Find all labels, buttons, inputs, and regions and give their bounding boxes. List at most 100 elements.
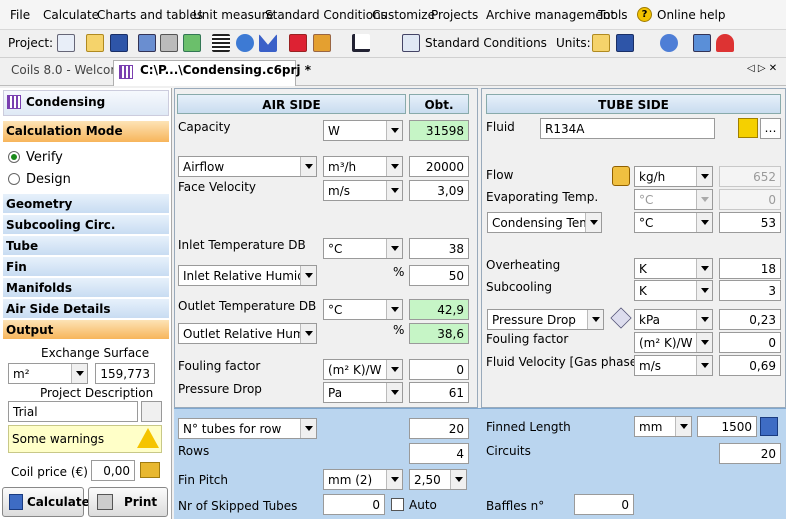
air-fouling-unit-select[interactable]: (m² K)/W [323,359,403,380]
tube-pressure-drop-select[interactable]: Pressure Drop [487,309,604,330]
fin-pitch-unit-select[interactable]: mm (2) [323,469,403,490]
chevron-down-icon [585,213,601,232]
tube-fouling-unit-select[interactable]: (m² K)/W [634,332,713,353]
airflow-input[interactable]: 20000 [409,156,469,177]
design-radio[interactable] [8,173,20,185]
condensing-temp-input[interactable]: 53 [719,212,781,233]
standard-conditions-dropdown[interactable]: Standard Conditions [425,36,547,50]
menu-tools[interactable]: Tools [598,8,628,22]
menu-calculate[interactable]: Calculate [43,8,99,22]
fluid-velocity-unit-select[interactable]: m/s [634,355,713,376]
bar-chart-icon[interactable] [313,34,331,52]
baffles-input[interactable]: 0 [574,494,634,515]
chevron-down-icon [696,167,712,186]
calculation-mode-header[interactable]: Calculation Mode [3,121,169,143]
menu-unit-measure[interactable]: Unit measure [193,8,274,22]
rows-input[interactable]: 4 [409,443,469,464]
section-output[interactable]: Output [3,320,169,340]
surface-unit-select[interactable]: m² [8,363,88,384]
fluid-input[interactable]: R134A [540,118,715,139]
menu-archive[interactable]: Archive management [486,8,615,22]
tube-fouling-input[interactable]: 0 [719,332,781,353]
inlet-temp-input[interactable]: 38 [409,238,469,259]
tubes-per-row-input[interactable]: 20 [409,418,469,439]
finned-length-unit-select[interactable]: mm [634,416,692,437]
calculator-icon[interactable] [760,417,778,436]
tab-nav-icon[interactable]: ◁ ▷ ✕ [747,63,777,74]
airflow-unit-select[interactable]: m³/h [323,156,403,177]
refresh-icon[interactable] [236,34,254,52]
menu-file[interactable]: File [10,8,30,22]
tube-pressure-drop-unit-select[interactable]: kPa [634,309,713,330]
fin-pitch-unit-value: mm (2) [328,473,373,487]
menu-standard-conditions[interactable]: Standard Conditions [265,8,387,22]
currency-icon[interactable] [660,34,678,52]
overheating-label: Overheating [486,258,561,272]
tubes-per-row-select-value: N° tubes for row [183,422,282,436]
calculator-icon[interactable] [138,34,156,52]
surface-value: 159,773 [95,363,155,384]
section-manifolds[interactable]: Manifolds [3,278,169,298]
chevron-down-icon [386,121,402,140]
graph-icon[interactable] [352,34,370,52]
overheating-input[interactable]: 18 [719,258,781,279]
rows-label: Rows [178,444,210,458]
air-fouling-input[interactable]: 0 [409,359,469,380]
lightning-icon[interactable] [738,118,758,138]
verify-radio[interactable] [8,151,20,163]
outlet-temp-label: Outlet Temperature DB [178,299,317,313]
lock-icon[interactable] [612,166,630,186]
face-velocity-unit-select[interactable]: m/s [323,180,403,201]
condensing-temp-select[interactable]: Condensing Temp. [487,212,602,233]
inlet-humidity-select[interactable]: Inlet Relative Humidity [178,265,317,286]
project-description-input[interactable]: Trial [8,401,138,422]
capacity-label: Capacity [178,120,231,134]
menu-charts[interactable]: Charts and tables [97,8,203,22]
save-icon[interactable] [110,34,128,52]
calculate-label: Calculate [27,495,90,509]
chevron-down-icon [675,417,691,436]
toolbar: Project: Standard Conditions Units: [0,30,786,58]
airflow-select[interactable]: Airflow [178,156,317,177]
chart-icon[interactable] [183,34,201,52]
condensing-temp-unit-select[interactable]: °C [634,212,713,233]
finned-length-input[interactable]: 1500 [697,416,757,437]
menu-customize[interactable]: Customize [372,8,435,22]
price-icon[interactable] [140,462,160,478]
section-geometry[interactable]: Geometry [3,194,169,214]
section-tube[interactable]: Tube [3,236,169,256]
skipped-tubes-input[interactable]: 0 [323,494,385,515]
user-icon[interactable] [716,34,734,52]
condensing-temp-unit-value: °C [639,216,654,230]
circuits-input[interactable]: 20 [719,443,781,464]
subcooling-unit-select[interactable]: K [634,280,713,301]
section-fin[interactable]: Fin [3,257,169,277]
fluid-browse-button[interactable]: … [760,118,781,139]
section-air-side-details[interactable]: Air Side Details [3,299,169,319]
list-icon[interactable] [212,34,230,52]
capacity-unit-select[interactable]: W [323,120,403,141]
section-subcooling[interactable]: Subcooling Circ. [3,215,169,235]
inlet-temp-unit-select[interactable]: °C [323,238,403,259]
auto-checkbox[interactable] [391,498,404,511]
air-pressure-drop-unit-select[interactable]: Pa [323,382,403,403]
menu-online-help[interactable]: Online help [657,8,725,22]
export-icon[interactable] [693,34,711,52]
units-save-icon[interactable] [616,34,634,52]
overheating-unit-select[interactable]: K [634,258,713,279]
tool-icon[interactable] [289,34,307,52]
tubes-per-row-select[interactable]: N° tubes for row [178,418,317,439]
fin-pitch-select[interactable]: 2,50 [409,469,467,490]
outlet-humidity-select[interactable]: Outlet Relative Humidity [178,323,317,344]
inlet-humidity-input[interactable]: 50 [409,265,469,286]
wings-icon[interactable] [259,34,277,52]
flow-unit-select[interactable]: kg/h [634,166,713,187]
new-file-icon[interactable] [57,34,75,52]
subcooling-input[interactable]: 3 [719,280,781,301]
menu-projects[interactable]: Projects [431,8,478,22]
print-icon[interactable] [160,34,178,52]
open-folder-icon[interactable] [86,34,104,52]
outlet-temp-unit-select[interactable]: °C [323,299,403,320]
units-open-icon[interactable] [592,34,610,52]
edit-description-icon[interactable] [141,401,162,422]
